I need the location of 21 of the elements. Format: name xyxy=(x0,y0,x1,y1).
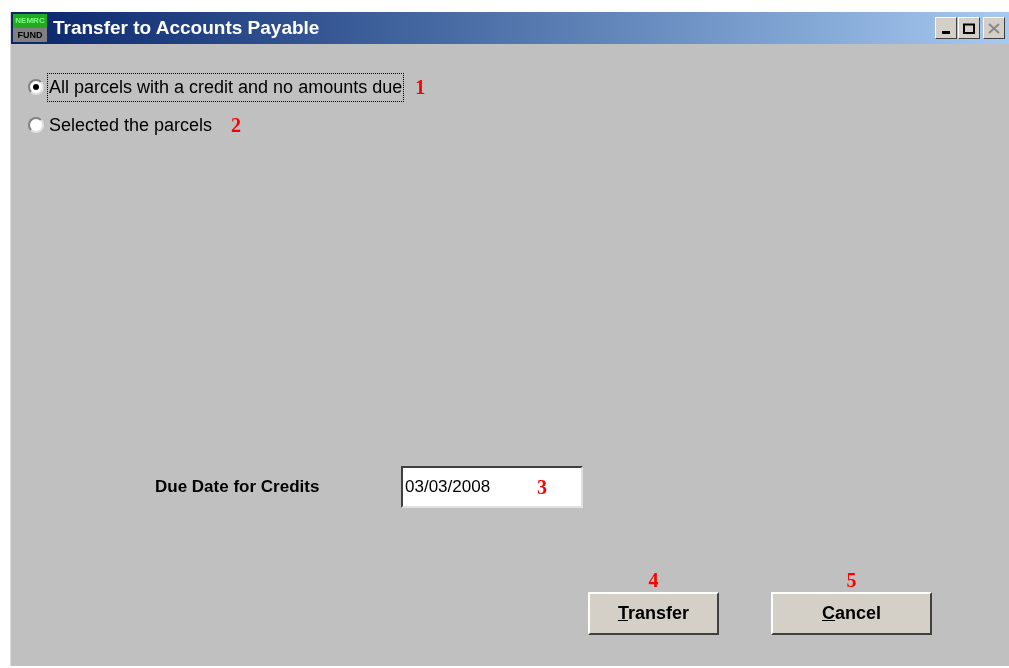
action-button[interactable]: Cancel xyxy=(771,592,932,635)
maximize-icon xyxy=(963,22,975,34)
close-button[interactable] xyxy=(983,17,1005,39)
radio-label[interactable]: Selected the parcels xyxy=(48,111,214,139)
minimize-button[interactable] xyxy=(935,17,957,39)
window-title: Transfer to Accounts Payable xyxy=(53,15,320,40)
radio-button[interactable] xyxy=(28,79,44,95)
field-label: Due Date for Credits xyxy=(155,476,321,499)
minimize-icon xyxy=(942,31,950,34)
radio-label[interactable]: All parcels with a credit and no amounts due xyxy=(48,73,404,101)
callout-number: 5 xyxy=(846,570,857,590)
action-button[interactable]: Transfer xyxy=(588,592,719,635)
callout-number: 2 xyxy=(231,113,242,138)
logo-text: NEMRC xyxy=(13,14,47,28)
close-icon xyxy=(988,22,1000,34)
callout-number: 1 xyxy=(415,75,426,100)
maximize-button[interactable] xyxy=(958,17,980,39)
callout-number: 3 xyxy=(537,475,547,500)
callout-number: 4 xyxy=(648,570,659,590)
radio-button[interactable] xyxy=(28,117,44,133)
logo-text: FUND xyxy=(13,28,47,42)
